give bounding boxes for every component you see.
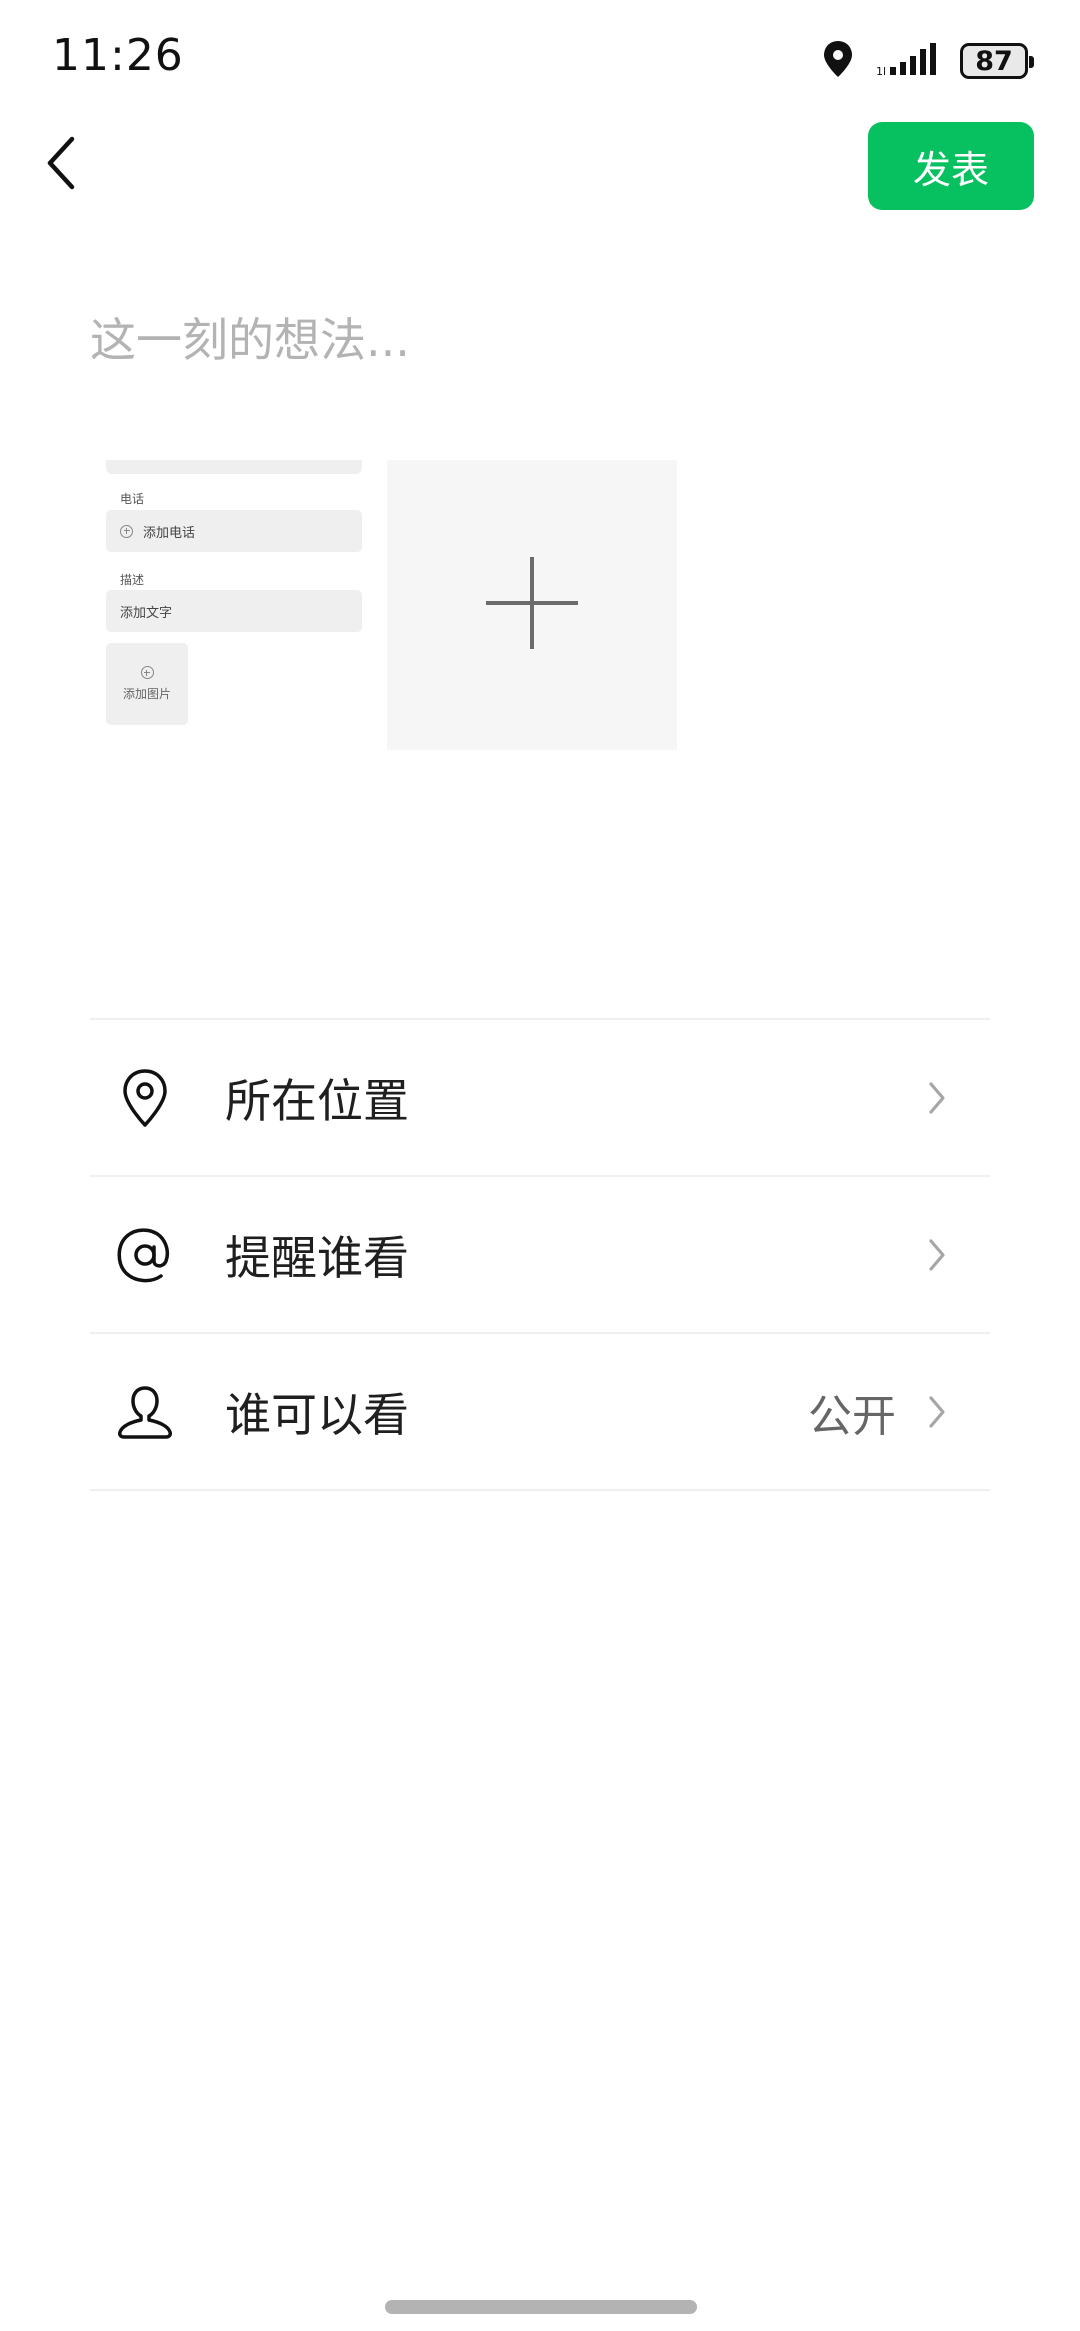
add-text-text: 添加文字 bbox=[120, 605, 173, 621]
battery-icon: 87 bbox=[960, 43, 1034, 79]
option-visibility[interactable]: 谁可以看 公开 bbox=[90, 1334, 990, 1489]
chevron-right-icon bbox=[922, 1235, 952, 1275]
add-text-field: 添加文字 bbox=[106, 590, 362, 632]
option-label: 提醒谁看 bbox=[225, 1230, 409, 1285]
status-icons: 1l 87 bbox=[822, 40, 1034, 82]
publish-button[interactable]: 发表 bbox=[868, 122, 1034, 210]
option-label: 所在位置 bbox=[225, 1073, 409, 1128]
home-indicator[interactable] bbox=[385, 2300, 697, 2314]
svg-text:1l: 1l bbox=[876, 65, 886, 77]
thought-input[interactable] bbox=[90, 300, 990, 380]
plus-icon bbox=[486, 557, 578, 653]
phone-label: 电话 bbox=[120, 492, 145, 506]
add-image-text: 添加图片 bbox=[122, 687, 171, 701]
form-field-top bbox=[106, 460, 362, 474]
option-mention[interactable]: 提醒谁看 bbox=[90, 1177, 990, 1332]
option-label: 谁可以看 bbox=[225, 1387, 409, 1442]
location-icon bbox=[822, 40, 854, 82]
person-icon bbox=[115, 1382, 175, 1442]
status-time: 11:26 bbox=[52, 30, 184, 81]
add-photo-button[interactable] bbox=[387, 460, 677, 750]
divider bbox=[90, 1489, 990, 1491]
battery-level: 87 bbox=[975, 45, 1013, 77]
chevron-left-icon bbox=[44, 135, 78, 195]
add-phone-text: 添加电话 bbox=[143, 525, 196, 541]
plus-circle-icon bbox=[120, 524, 133, 538]
add-image-box: 添加图片 bbox=[106, 643, 188, 725]
at-sign-icon bbox=[115, 1225, 175, 1285]
location-pin-icon bbox=[115, 1068, 175, 1128]
chevron-right-icon bbox=[922, 1078, 952, 1118]
visibility-value: 公开 bbox=[808, 1390, 896, 1442]
add-phone-field: 添加电话 bbox=[106, 510, 362, 552]
attached-image-thumbnail[interactable]: 电话 添加电话 描述 添加文字 添加图片 bbox=[90, 460, 380, 750]
chevron-right-icon bbox=[922, 1392, 952, 1432]
desc-label: 描述 bbox=[120, 573, 145, 587]
option-location[interactable]: 所在位置 bbox=[90, 1020, 990, 1175]
post-options-list: 所在位置 提醒谁看 谁可以看 公开 bbox=[90, 1018, 990, 1491]
back-button[interactable] bbox=[36, 130, 86, 200]
plus-circle-icon bbox=[140, 666, 154, 679]
signal-icon: 1l bbox=[876, 41, 938, 81]
